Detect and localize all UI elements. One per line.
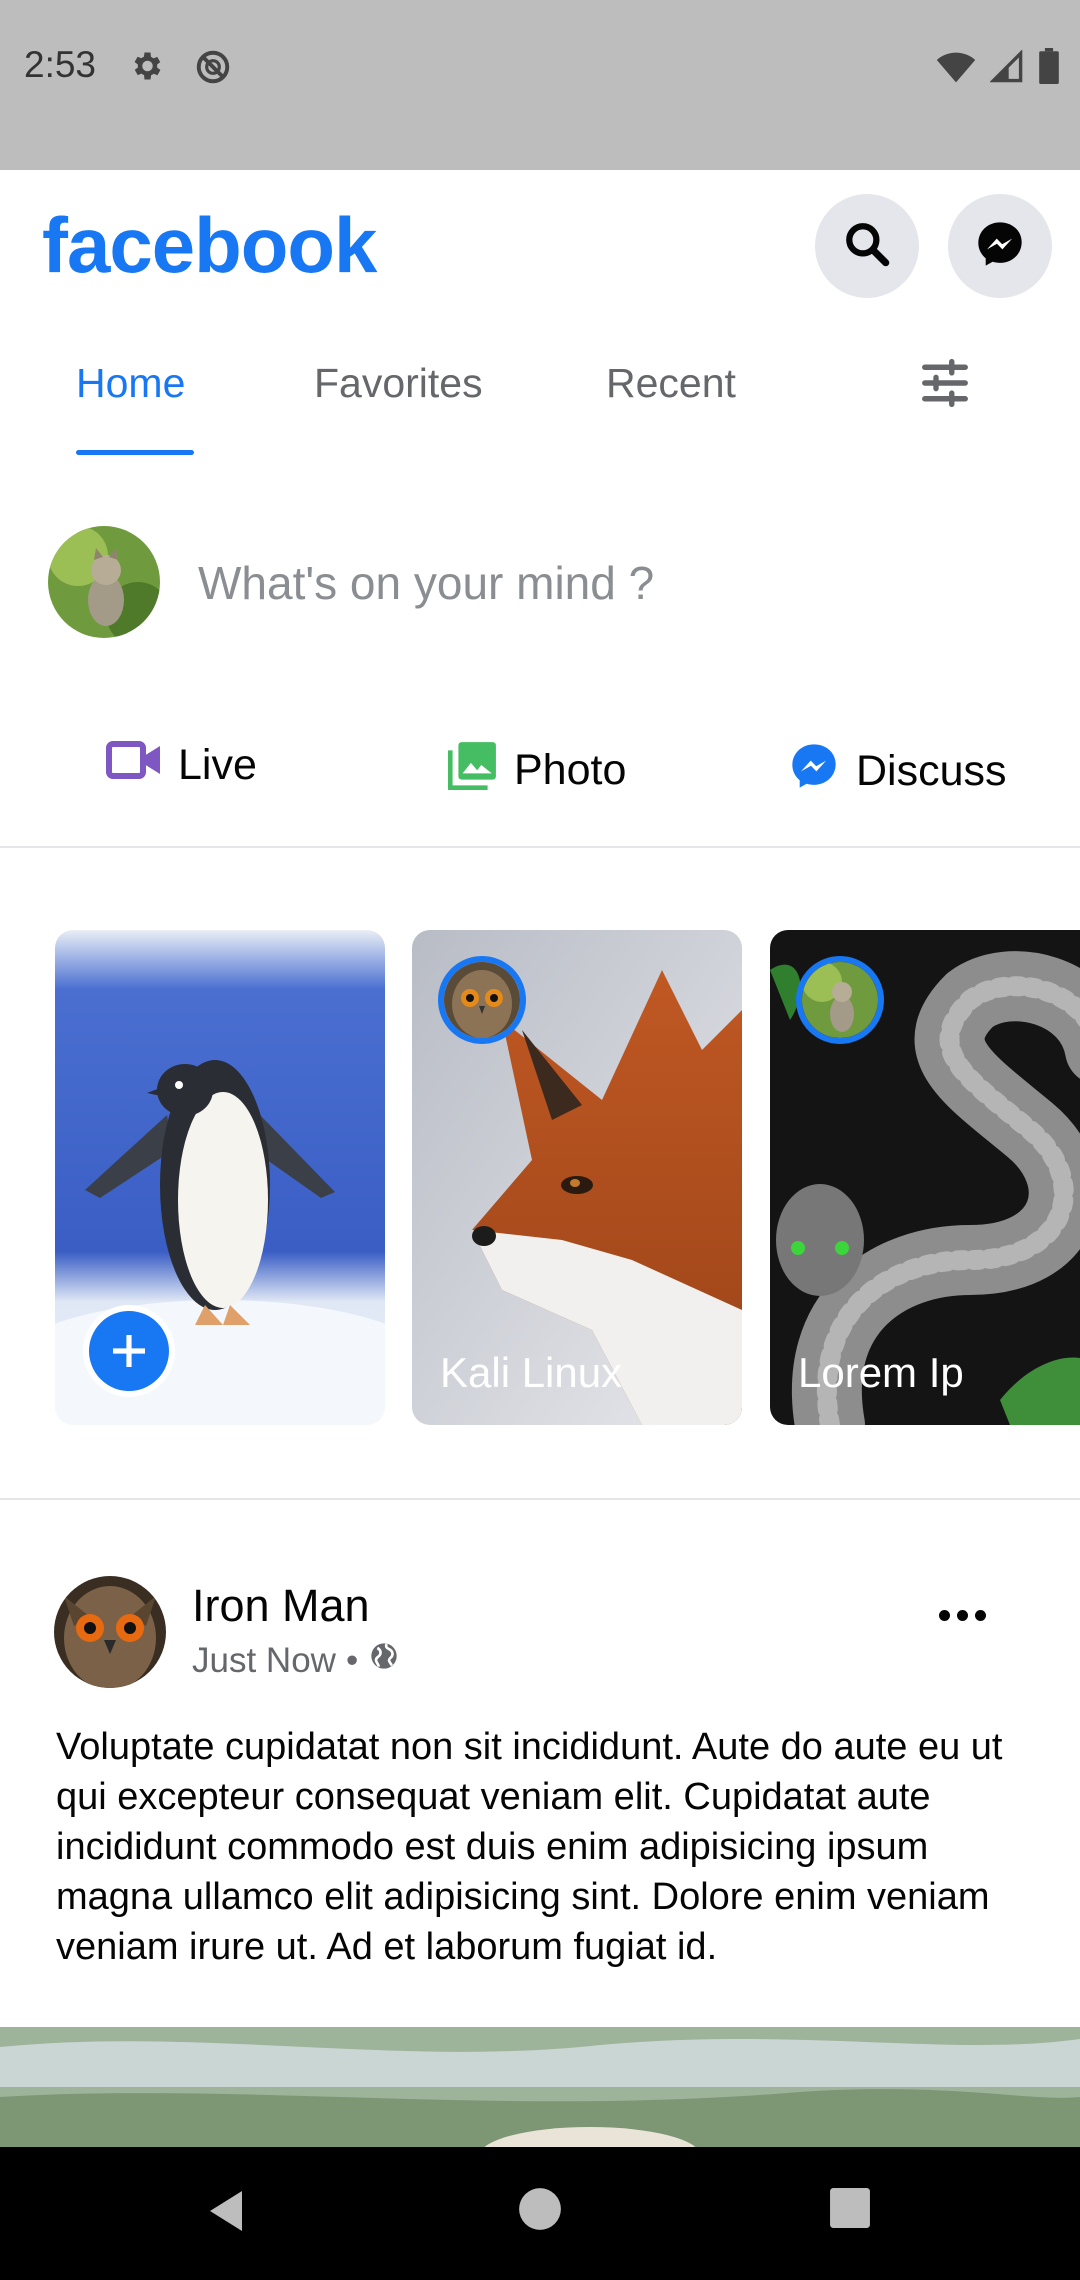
- story-name: Lorem Ip: [798, 1349, 964, 1396]
- post-meta: Just Now •: [192, 1640, 400, 1681]
- status-left-icons: [128, 48, 232, 91]
- story-avatar: [796, 956, 884, 1044]
- status-bar: 2:53: [0, 0, 1080, 170]
- dot: [975, 1610, 986, 1621]
- messenger-button[interactable]: [948, 194, 1052, 298]
- dot: [939, 1610, 950, 1621]
- tab-active-indicator: [76, 450, 194, 455]
- tab-recent[interactable]: Recent: [606, 360, 736, 407]
- post-text: Voluptate cupidatat non sit incididunt. …: [56, 1726, 1003, 1968]
- photo-button[interactable]: Photo: [447, 740, 627, 801]
- sliders-icon: [918, 358, 972, 419]
- add-story-button[interactable]: [83, 1305, 175, 1397]
- story-avatar: [438, 956, 526, 1044]
- avatar[interactable]: [48, 526, 160, 638]
- story-card[interactable]: Kali Linux: [412, 930, 742, 1425]
- screen: 2:53 facebook Home Favorites Recent What…: [0, 0, 1080, 2280]
- discuss-label: Discuss: [856, 747, 1007, 795]
- story-name: Kali Linux: [440, 1349, 623, 1396]
- signal-icon: [989, 49, 1024, 89]
- avatar[interactable]: [54, 1576, 166, 1688]
- do-not-disturb-icon: [194, 48, 232, 91]
- recents-button[interactable]: [829, 2187, 871, 2234]
- tab-home[interactable]: Home: [76, 360, 185, 407]
- system-navigation-bar: [0, 2147, 1080, 2280]
- search-icon: [842, 219, 892, 274]
- photo-label: Photo: [514, 746, 627, 794]
- plus-icon: [109, 1318, 149, 1385]
- status-right-icons: [936, 48, 1060, 89]
- status-time: 2:53: [24, 44, 97, 85]
- story-card[interactable]: Lorem Ip: [770, 930, 1080, 1425]
- create-story-card[interactable]: [55, 930, 385, 1425]
- post-time: Just Now: [192, 1640, 336, 1680]
- composer-input[interactable]: What's on your mind ?: [198, 556, 654, 610]
- post-image[interactable]: [0, 2027, 1080, 2147]
- battery-icon: [1038, 48, 1060, 89]
- meta-separator: •: [345, 1640, 359, 1680]
- tab-favorites[interactable]: Favorites: [314, 360, 483, 407]
- video-camera-icon: [106, 740, 162, 791]
- home-button[interactable]: [518, 2187, 562, 2236]
- dot: [957, 1610, 968, 1621]
- messenger-icon: [788, 740, 840, 803]
- messenger-icon: [974, 218, 1026, 275]
- app-header: facebook: [0, 170, 1080, 318]
- live-button[interactable]: Live: [106, 740, 257, 791]
- filter-button[interactable]: [918, 356, 972, 420]
- discuss-button[interactable]: Discuss: [788, 740, 1007, 803]
- post-composer: What's on your mind ? Live Photo Discuss: [0, 458, 1080, 848]
- more-options-button[interactable]: [939, 1610, 986, 1621]
- back-button[interactable]: [205, 2187, 247, 2240]
- wifi-icon: [936, 52, 976, 89]
- live-label: Live: [178, 741, 257, 789]
- photo-gallery-icon: [447, 740, 498, 801]
- tab-bar: Home Favorites Recent: [0, 318, 1080, 458]
- stories-row: Kali Linux Lorem Ip: [0, 850, 1080, 1500]
- post-author[interactable]: Iron Man: [192, 1580, 370, 1632]
- gear-icon: [128, 48, 164, 91]
- globe-icon: [368, 1640, 400, 1681]
- facebook-logo[interactable]: facebook: [42, 200, 377, 291]
- search-button[interactable]: [815, 194, 919, 298]
